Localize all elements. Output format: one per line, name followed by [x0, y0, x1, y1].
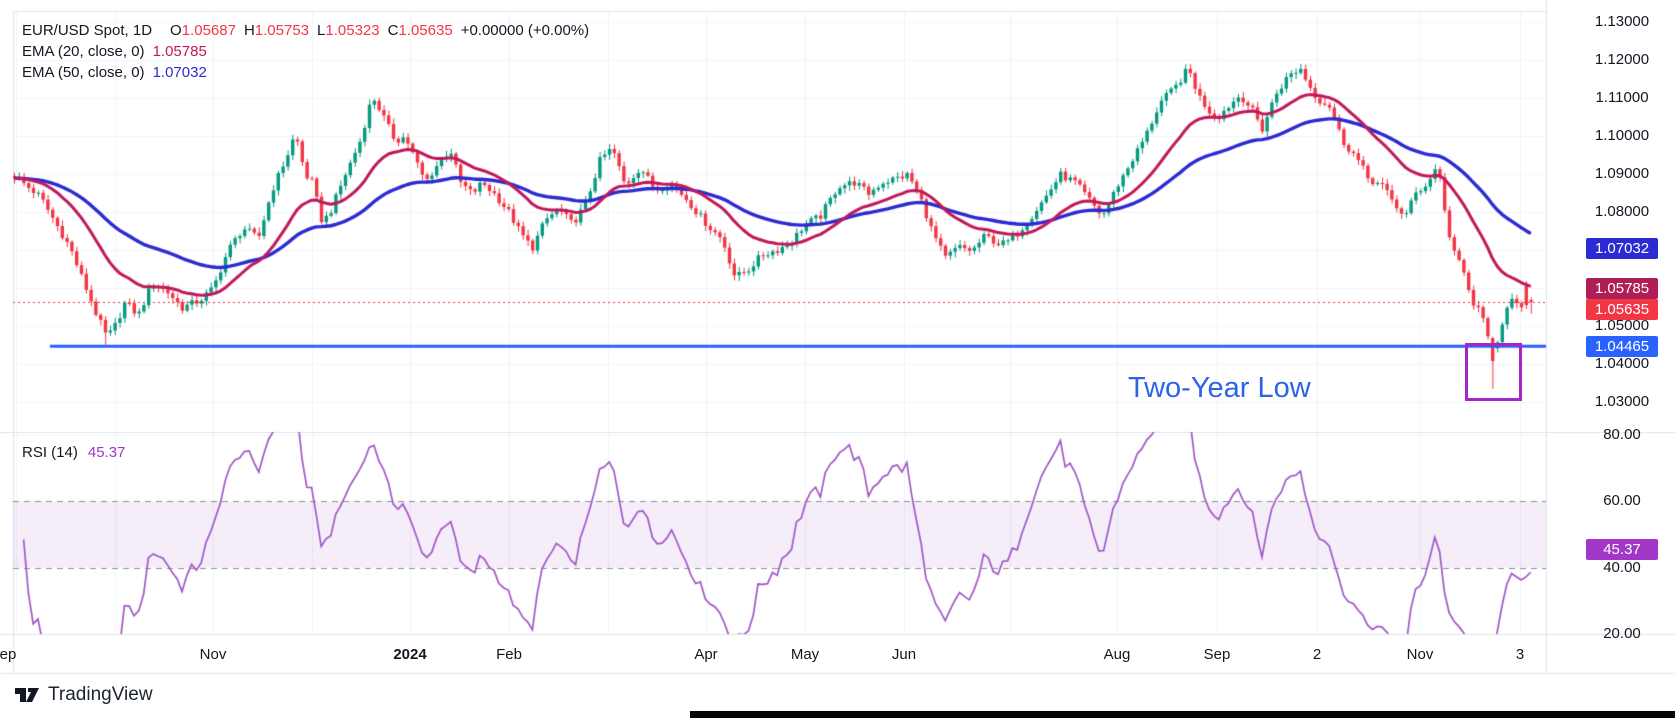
price-tick-label: 1.11000 — [1572, 89, 1672, 107]
rsi-value: 45.37 — [88, 444, 126, 461]
axis-price-badge: 1.07032 — [1586, 238, 1658, 259]
time-label: May — [791, 646, 819, 663]
axis-price-badge: 45.37 — [1586, 539, 1658, 560]
ema50-row[interactable]: EMA (50, close, 0) 1.07032 — [22, 62, 589, 83]
time-label: Aug — [1104, 646, 1131, 663]
bottom-bar — [690, 711, 1675, 718]
price-tick-label: 1.09000 — [1572, 165, 1672, 183]
ohlc-open-label: O — [170, 22, 182, 39]
rsi-label: RSI (14) — [22, 444, 78, 461]
price-tick-label: 1.12000 — [1572, 51, 1672, 69]
two-year-low-annotation[interactable]: Two-Year Low — [1128, 372, 1311, 405]
rsi-tick-label: 60.00 — [1572, 492, 1672, 510]
ohlc-high-value: 1.05753 — [255, 22, 309, 39]
rsi-tick-label: 20.00 — [1572, 625, 1672, 643]
time-label: Nov — [200, 646, 227, 663]
time-label: Sep — [1204, 646, 1231, 663]
rsi-legend-row[interactable]: RSI (14) 45.37 — [22, 444, 125, 461]
time-label: Feb — [496, 646, 522, 663]
ema20-value: 1.05785 — [153, 43, 207, 60]
price-tick-label: 1.13000 — [1572, 13, 1672, 31]
legend-panel: EUR/USD Spot, 1DO1.05687H1.05753L1.05323… — [22, 20, 589, 83]
price-tick-label: 1.03000 — [1572, 393, 1672, 411]
ohlc-open-value: 1.05687 — [182, 22, 236, 39]
symbol-ohlc-row: EUR/USD Spot, 1DO1.05687H1.05753L1.05323… — [22, 20, 589, 41]
time-label: 2 — [1313, 646, 1321, 663]
time-label: Jun — [892, 646, 916, 663]
time-label: 2024 — [393, 646, 426, 663]
time-label: Nov — [1407, 646, 1434, 663]
brand-name[interactable]: TradingView — [48, 684, 153, 706]
price-tick-label: 1.10000 — [1572, 127, 1672, 145]
ema20-label: EMA (20, close, 0) — [22, 43, 145, 60]
ema20-row[interactable]: EMA (20, close, 0) 1.05785 — [22, 41, 589, 62]
symbol-title[interactable]: EUR/USD Spot, 1D — [22, 22, 152, 39]
axis-price-badge: 1.05635 — [1586, 299, 1658, 320]
rsi-tick-label: 80.00 — [1572, 426, 1672, 444]
chart-canvas[interactable] — [0, 0, 1675, 718]
time-label: ep — [0, 646, 16, 663]
time-label: Apr — [694, 646, 717, 663]
highlight-box[interactable] — [1465, 343, 1522, 401]
price-tick-label: 1.04000 — [1572, 355, 1672, 373]
axis-price-badge: 1.04465 — [1586, 336, 1658, 357]
rsi-tick-label: 40.00 — [1572, 559, 1672, 577]
price-tick-label: 1.08000 — [1572, 203, 1672, 221]
footer-branding: TradingView — [14, 684, 153, 706]
tradingview-logo-icon[interactable] — [14, 686, 40, 704]
ohlc-close-value: 1.05635 — [398, 22, 452, 39]
time-label: 3 — [1516, 646, 1524, 663]
axis-price-badge: 1.05785 — [1586, 278, 1658, 299]
change-value: +0.00000 (+0.00%) — [461, 22, 589, 39]
ohlc-low-value: 1.05323 — [325, 22, 379, 39]
ema50-value: 1.07032 — [153, 64, 207, 81]
ema50-label: EMA (50, close, 0) — [22, 64, 145, 81]
ohlc-high-label: H — [244, 22, 255, 39]
tradingview-chart: EUR/USD Spot, 1DO1.05687H1.05753L1.05323… — [0, 0, 1675, 718]
ohlc-close-label: C — [388, 22, 399, 39]
